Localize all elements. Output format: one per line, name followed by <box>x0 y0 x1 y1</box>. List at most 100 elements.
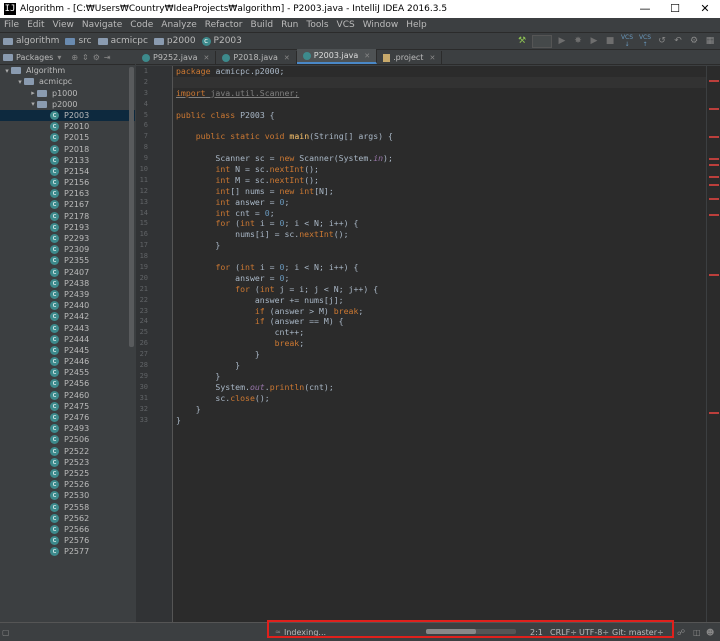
tree-item[interactable]: c P2446 <box>0 356 135 367</box>
coverage-icon[interactable]: ▶ <box>588 35 600 47</box>
breadcrumb-acmicpc[interactable]: acmicpc <box>95 36 151 46</box>
tree-item[interactable]: c P2525 <box>0 468 135 479</box>
tree-item[interactable]: c P2442 <box>0 311 135 322</box>
error-stripe-mark[interactable] <box>709 80 719 82</box>
project-view-selector[interactable]: Packages <box>16 53 53 62</box>
error-stripe-mark[interactable] <box>709 176 719 178</box>
breadcrumb-p2000[interactable]: p2000 <box>151 36 199 46</box>
lock-icon[interactable]: ☍ <box>677 628 685 637</box>
tree-item[interactable]: c P2562 <box>0 513 135 524</box>
code-line[interactable] <box>173 76 706 88</box>
error-stripe-mark[interactable] <box>709 274 719 276</box>
hide-panel-icon[interactable]: ⇥ <box>104 53 111 62</box>
menu-analyze[interactable]: Analyze <box>157 20 200 30</box>
tree-item[interactable]: c P2455 <box>0 367 135 378</box>
tree-item[interactable]: c P2443 <box>0 323 135 334</box>
revert-icon[interactable]: ↶ <box>672 35 684 47</box>
code-line[interactable]: } <box>173 240 706 251</box>
tree-item[interactable]: c P2522 <box>0 446 135 457</box>
code-line[interactable]: for (int i = 0; i < N; i++) { <box>173 262 706 273</box>
code-line[interactable]: System.out.println(cnt); <box>173 382 706 393</box>
code-editor[interactable]: package acmicpc.p2000; import java.util.S… <box>173 66 706 622</box>
code-line[interactable] <box>173 120 706 131</box>
menu-navigate[interactable]: Navigate <box>78 20 126 30</box>
tree-item[interactable]: c P2156 <box>0 177 135 188</box>
tree-item[interactable]: c P2163 <box>0 188 135 199</box>
error-stripe-mark[interactable] <box>709 184 719 186</box>
history-icon[interactable]: ↺ <box>656 35 668 47</box>
tree-item[interactable]: ▾ p2000 <box>0 99 135 110</box>
editor-tab[interactable]: P9252.java ✕ <box>136 51 217 64</box>
tree-item[interactable]: c P2178 <box>0 211 135 222</box>
gear-icon[interactable]: ⚙ <box>93 53 100 62</box>
code-line[interactable]: int M = sc.nextInt(); <box>173 175 706 186</box>
code-line[interactable]: cnt++; <box>173 327 706 338</box>
menu-view[interactable]: View <box>49 20 78 30</box>
code-line[interactable] <box>173 251 706 262</box>
tree-item[interactable]: c P2475 <box>0 401 135 412</box>
close-tab-icon[interactable]: ✕ <box>204 54 210 62</box>
code-line[interactable]: } <box>173 415 706 426</box>
code-line[interactable]: break; <box>173 338 706 349</box>
vcs-commit-icon[interactable]: VCS ↑ <box>638 34 652 48</box>
error-stripe-mark[interactable] <box>709 412 719 414</box>
tree-item[interactable]: c P2309 <box>0 244 135 255</box>
code-line[interactable]: nums[i] = sc.nextInt(); <box>173 229 706 240</box>
code-line[interactable]: for (int i = 0; i < N; i++) { <box>173 218 706 229</box>
chevron-down-icon[interactable]: ▾ <box>3 67 11 75</box>
tree-item[interactable]: c P2566 <box>0 524 135 535</box>
editor-tab[interactable]: P2018.java ✕ <box>216 51 297 64</box>
code-line[interactable]: int[] nums = new int[N]; <box>173 186 706 197</box>
tool-windows-icon[interactable]: ▢ <box>2 628 10 637</box>
tree-item[interactable]: c P2558 <box>0 502 135 513</box>
chevron-down-icon[interactable]: ▾ <box>57 53 61 62</box>
close-window-button[interactable]: ✕ <box>690 0 720 18</box>
chevron-down-icon[interactable]: ▾ <box>16 78 24 86</box>
tree-item[interactable]: ▸ p1000 <box>0 88 135 99</box>
editor-tab[interactable]: P2003.java ✕ <box>296 49 378 64</box>
code-line[interactable]: if (answer == M) { <box>173 316 706 327</box>
maximize-button[interactable]: ☐ <box>660 0 690 18</box>
chevron-right-icon[interactable]: ▸ <box>29 89 37 97</box>
tree-item[interactable]: c P2293 <box>0 233 135 244</box>
code-line[interactable]: for (int j = i; j < N; j++) { <box>173 284 706 295</box>
tree-item[interactable]: c P2493 <box>0 423 135 434</box>
error-stripe-mark[interactable] <box>709 164 719 166</box>
close-tab-icon[interactable]: ✕ <box>429 54 435 62</box>
build-icon[interactable]: ⚒ <box>516 35 528 47</box>
menu-code[interactable]: Code <box>126 20 157 30</box>
code-line[interactable]: if (answer > M) break; <box>173 306 706 317</box>
tree-item[interactable]: c P2439 <box>0 289 135 300</box>
tree-item[interactable]: ▾ Algorithm <box>0 65 135 76</box>
project-structure-icon[interactable]: ▦ <box>704 35 716 47</box>
code-line[interactable] <box>173 99 706 110</box>
editor-tab[interactable]: .project ✕ <box>377 51 443 64</box>
tree-item[interactable]: c P2167 <box>0 199 135 210</box>
tree-item[interactable]: c P2133 <box>0 155 135 166</box>
code-line[interactable]: Scanner sc = new Scanner(System.in); <box>173 153 706 164</box>
minimize-button[interactable]: — <box>630 0 660 18</box>
code-line[interactable]: public static void main(String[] args) { <box>173 131 706 142</box>
run-configuration-select[interactable] <box>532 34 552 48</box>
tree-item[interactable]: c P2445 <box>0 345 135 356</box>
close-tab-icon[interactable]: ✕ <box>364 52 370 60</box>
code-line[interactable]: package acmicpc.p2000; <box>173 66 706 77</box>
tree-item[interactable]: c P2456 <box>0 378 135 389</box>
tree-item[interactable]: c P2010 <box>0 121 135 132</box>
menu-vcs[interactable]: VCS <box>333 20 359 30</box>
error-stripe-mark[interactable] <box>709 108 719 110</box>
error-stripe-mark[interactable] <box>709 214 719 216</box>
code-line[interactable]: answer += nums[j]; <box>173 295 706 306</box>
settings-icon[interactable]: ⚙ <box>688 35 700 47</box>
tree-item[interactable]: c P2015 <box>0 132 135 143</box>
menu-help[interactable]: Help <box>402 20 431 30</box>
tree-item[interactable]: c P2438 <box>0 278 135 289</box>
project-tree-scrollbar[interactable] <box>129 67 134 347</box>
tree-item[interactable]: c P2003 <box>0 109 135 121</box>
tree-item[interactable]: c P2530 <box>0 490 135 501</box>
tree-item[interactable]: c P2018 <box>0 144 135 155</box>
tree-item[interactable]: c P2476 <box>0 412 135 423</box>
menu-run[interactable]: Run <box>277 20 302 30</box>
hector-icon[interactable]: ☻ <box>706 628 714 637</box>
tree-item[interactable]: c P2193 <box>0 222 135 233</box>
